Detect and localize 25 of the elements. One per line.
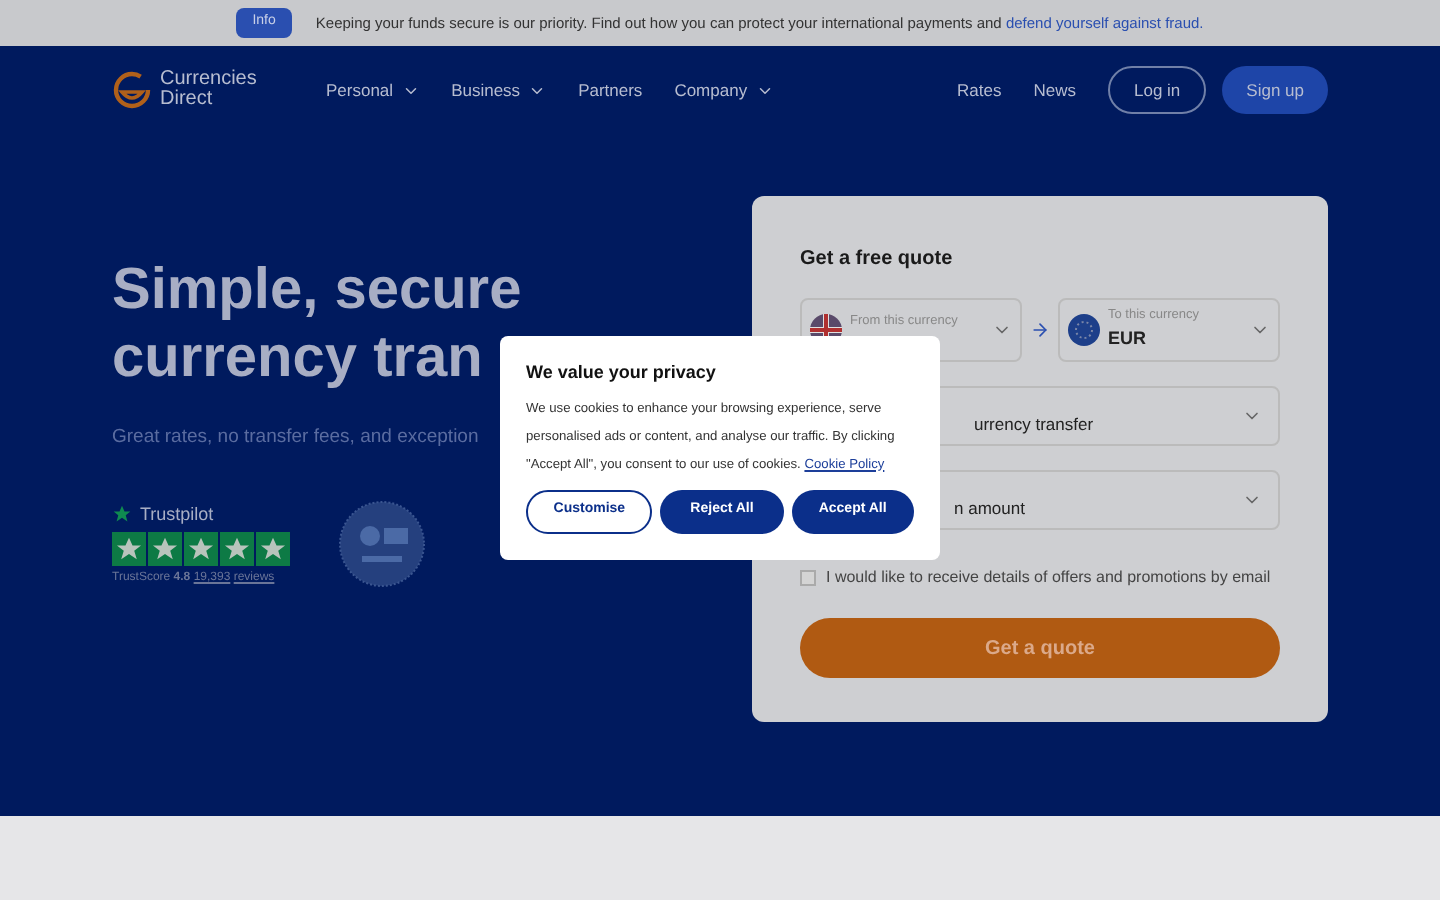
quote-title: Get a free quote: [800, 246, 955, 274]
hero-title: Simple, secure: [112, 256, 522, 324]
transfer-type-value: urrency transfer: [974, 411, 1094, 437]
nav-link[interactable]: News: [1033, 77, 1076, 103]
trustpilot-label: Trustpilot: [140, 501, 214, 528]
login-button[interactable]: Log in: [1107, 66, 1207, 114]
email-checkbox[interactable]: [800, 570, 816, 586]
to-value: EUR: [1108, 326, 1149, 353]
nav-item[interactable]: Company: [674, 77, 774, 103]
flag-icon: [1068, 314, 1100, 346]
logo-icon: [112, 70, 152, 110]
email-opt-in-label: I would like to receive details of offers and promotions by email: [826, 566, 1271, 590]
nav-link[interactable]: Rates: [957, 77, 1002, 103]
signup-button[interactable]: Sign up: [1222, 66, 1328, 114]
nav-item[interactable]: Business: [451, 77, 547, 103]
hero-title: currency tran: [112, 324, 483, 392]
amount-value: n amount: [954, 495, 1025, 521]
dialog-title: We value your privacy: [526, 360, 718, 386]
logo-text[interactable]: Currencies Direct: [160, 70, 260, 110]
star-icon: [112, 504, 132, 525]
nav-item[interactable]: Partners: [578, 77, 643, 103]
nav-item[interactable]: Personal: [326, 77, 420, 103]
hero-subtitle: Great rates, no transfer fees, and exception: [112, 424, 479, 452]
arrow-right-icon: [1030, 320, 1050, 340]
award-badge-icon: [338, 500, 426, 589]
